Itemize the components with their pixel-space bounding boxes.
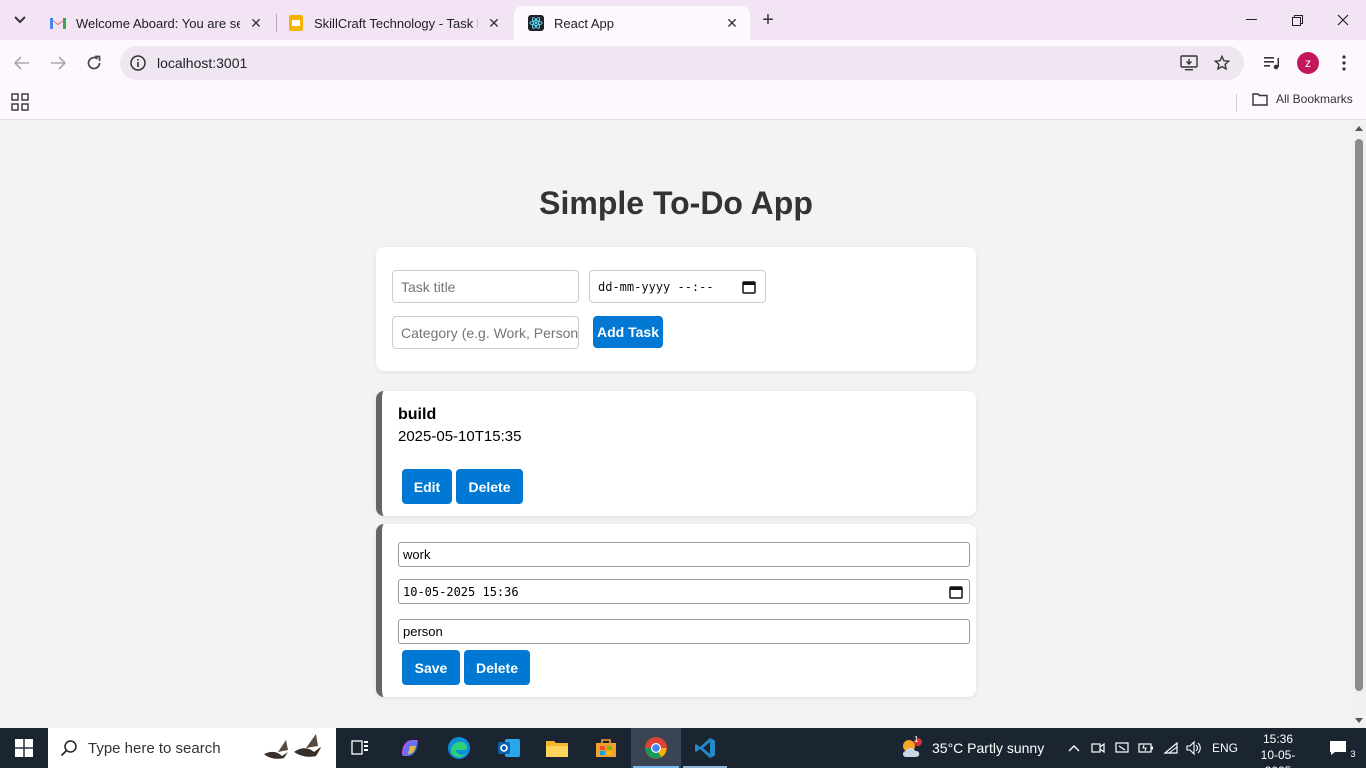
search-icon	[60, 740, 77, 757]
delete-button[interactable]: Delete	[464, 650, 530, 685]
task-title: build	[398, 406, 437, 423]
notification-count: 3	[1347, 748, 1359, 760]
address-bar[interactable]: localhost:3001	[120, 46, 1244, 80]
more-menu-icon[interactable]	[1332, 51, 1356, 75]
back-icon[interactable]	[10, 51, 34, 75]
edit-datetime-input[interactable]: 10-05-2025 15:36	[398, 579, 970, 604]
close-tab-icon[interactable]: ✕	[486, 15, 502, 31]
tab-strip: Welcome Aboard: You are selected ✕ Skill…	[0, 0, 1366, 40]
edge-browser-icon[interactable]	[435, 728, 483, 768]
task-datetime-input[interactable]: dd-mm-yyyy --:--	[589, 270, 766, 303]
battery-icon[interactable]	[1135, 728, 1157, 768]
weather-badge: 1	[914, 735, 919, 744]
close-window-icon[interactable]	[1320, 0, 1366, 40]
close-tab-icon[interactable]: ✕	[248, 15, 264, 31]
tab-react-app[interactable]: React App ✕	[514, 6, 750, 40]
language-indicator[interactable]: ENG	[1212, 741, 1238, 755]
geese-doodle-icon	[264, 734, 324, 759]
edit-button[interactable]: Edit	[402, 469, 452, 504]
tab-title: React App	[554, 15, 614, 31]
calendar-icon[interactable]	[742, 280, 756, 294]
meet-now-icon[interactable]	[1087, 728, 1109, 768]
system-clock[interactable]: 15:36 10-05-2025	[1250, 731, 1306, 768]
device-icon[interactable]	[1111, 728, 1133, 768]
show-hidden-icons-chevron-icon[interactable]	[1062, 728, 1086, 768]
windows-start-icon[interactable]	[0, 728, 48, 768]
taskbar-search[interactable]: Type here to search	[48, 728, 336, 768]
browser-toolbar: localhost:3001	[0, 40, 1366, 86]
minimize-icon[interactable]	[1228, 0, 1274, 40]
profile-avatar[interactable]: z	[1297, 52, 1319, 74]
apps-grid-icon[interactable]	[11, 93, 29, 111]
all-bookmarks-button[interactable]: All Bookmarks	[1252, 92, 1353, 106]
folder-icon	[1252, 93, 1268, 106]
scroll-up-icon[interactable]	[1355, 126, 1363, 131]
restore-icon[interactable]	[1274, 0, 1320, 40]
new-tab-plus-icon[interactable]: +	[756, 8, 780, 32]
windows-taskbar: Type here to search 1 35°C Partly sunny	[0, 728, 1366, 768]
add-task-form: Task title dd-mm-yyyy --:-- Category (e.…	[376, 247, 976, 371]
clock-date: 10-05-2025	[1260, 748, 1296, 768]
search-placeholder: Type here to search	[88, 739, 221, 757]
vscode-icon[interactable]	[681, 728, 729, 768]
weather-icon[interactable]	[898, 728, 926, 768]
close-tab-icon[interactable]: ✕	[724, 15, 740, 31]
tab-skillcraft[interactable]: SkillCraft Technology - Task List ✕	[274, 6, 512, 40]
edit-datetime-value: 10-05-2025 15:36	[403, 584, 519, 599]
url-text[interactable]: localhost:3001	[157, 55, 247, 71]
microsoft-store-icon[interactable]	[582, 728, 630, 768]
volume-icon[interactable]	[1183, 728, 1205, 768]
outlook-icon[interactable]	[485, 728, 533, 768]
tab-title: Welcome Aboard: You are selected	[76, 15, 240, 31]
react-icon	[528, 15, 544, 31]
task-datetime: 2025-05-10T15:35	[398, 428, 522, 445]
install-app-icon[interactable]	[1179, 53, 1199, 73]
bookmarks-bar: All Bookmarks	[0, 86, 1366, 120]
page-scrollbar[interactable]	[1352, 121, 1366, 728]
bookmarks-separator	[1236, 94, 1237, 112]
site-info-icon[interactable]	[129, 54, 147, 72]
delete-button[interactable]: Delete	[456, 469, 523, 504]
edit-category-input[interactable]: person	[398, 619, 970, 644]
datetime-placeholder: dd-mm-yyyy --:--	[598, 279, 714, 294]
calendar-icon[interactable]	[949, 585, 963, 599]
task-card: build 2025-05-10T15:35 Edit Delete	[376, 391, 976, 516]
tab-gmail[interactable]: Welcome Aboard: You are selected ✕	[36, 6, 274, 40]
forward-icon[interactable]	[46, 51, 70, 75]
tab-title: SkillCraft Technology - Task List	[314, 15, 478, 31]
gmail-icon	[50, 15, 66, 31]
scroll-down-icon[interactable]	[1355, 718, 1363, 723]
scrollbar-thumb[interactable]	[1355, 139, 1363, 691]
tab-search-chevron-icon[interactable]	[8, 8, 32, 32]
google-slides-icon	[288, 15, 304, 31]
task-card-editing: work 10-05-2025 15:36 person Save Delete	[376, 524, 976, 697]
weather-text[interactable]: 35°C Partly sunny	[932, 740, 1044, 756]
task-category-input[interactable]: Category (e.g. Work, Personal)	[392, 316, 579, 349]
chrome-icon[interactable]	[631, 728, 681, 768]
file-explorer-icon[interactable]	[533, 728, 581, 768]
edit-title-input[interactable]: work	[398, 542, 970, 567]
bookmark-star-icon[interactable]	[1212, 53, 1232, 73]
task-view-icon[interactable]	[336, 728, 384, 768]
add-task-button[interactable]: Add Task	[593, 316, 663, 348]
all-bookmarks-label: All Bookmarks	[1276, 92, 1353, 106]
page-viewport: Simple To-Do App Task title dd-mm-yyyy -…	[0, 121, 1352, 728]
wifi-icon[interactable]	[1160, 728, 1182, 768]
copilot-icon[interactable]	[386, 728, 434, 768]
media-controls-icon[interactable]	[1260, 51, 1284, 75]
task-title-input[interactable]: Task title	[392, 270, 579, 303]
reload-icon[interactable]	[82, 51, 106, 75]
save-button[interactable]: Save	[402, 650, 460, 685]
page-title: Simple To-Do App	[539, 185, 813, 221]
clock-time: 15:36	[1262, 732, 1294, 746]
